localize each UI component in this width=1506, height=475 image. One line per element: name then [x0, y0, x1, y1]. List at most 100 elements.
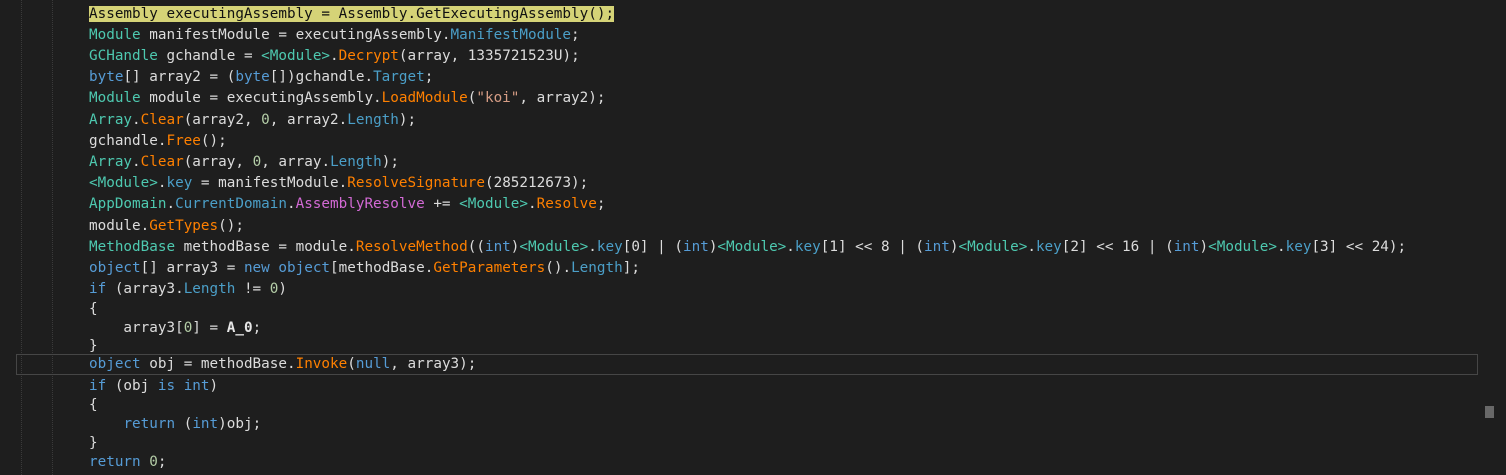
code-token: ResolveSignature	[347, 175, 485, 191]
code-token: byte	[235, 69, 270, 85]
indent-guide	[52, 0, 53, 475]
code-token: .	[786, 239, 795, 255]
code-token: ] =	[192, 320, 227, 336]
code-token: int	[1173, 239, 1200, 255]
code-token: (array3.	[106, 281, 184, 297]
code-token: object	[89, 260, 141, 276]
code-token: [])gchandle.	[269, 69, 374, 85]
code-line[interactable]: object[] array3 = new object[methodBase.…	[89, 258, 640, 279]
code-token: key	[166, 175, 193, 191]
code-line[interactable]: Array.Clear(array, 0, array.Length);	[89, 152, 399, 173]
code-token: = manifestModule.	[192, 175, 348, 191]
code-token: key	[596, 239, 623, 255]
code-token: methodBase = module.	[175, 239, 356, 255]
code-line[interactable]: Assembly executingAssembly = Assembly.Ge…	[89, 4, 615, 25]
code-token: }	[89, 435, 98, 451]
code-token: manifestModule = executingAssembly.	[140, 27, 451, 43]
code-token: ;	[596, 196, 606, 212]
code-token: Resolve	[536, 196, 597, 212]
scrollbar-thumb[interactable]	[1485, 406, 1494, 418]
code-token: )	[209, 378, 219, 394]
code-token: (285212673);	[484, 175, 589, 191]
code-editor[interactable]: Assembly executingAssembly = Assembly.Ge…	[0, 0, 1506, 475]
code-line[interactable]: <Module>.key = manifestModule.ResolveSig…	[89, 173, 588, 194]
code-token: Module	[89, 27, 141, 43]
code-token: CurrentDomain	[175, 196, 287, 212]
code-token: Free	[166, 133, 201, 149]
code-token: AppDomain	[89, 196, 167, 212]
code-line[interactable]: if (array3.Length != 0)	[89, 279, 287, 300]
code-token: !=	[235, 281, 270, 297]
code-token: gchandle =	[157, 48, 262, 64]
code-token: )	[1199, 239, 1209, 255]
code-line[interactable]: object obj = methodBase.Invoke(null, arr…	[89, 354, 476, 375]
code-token: (array,	[183, 154, 253, 170]
code-token: "koi"	[476, 90, 520, 106]
code-token: );	[398, 112, 417, 128]
code-token: , array3);	[390, 356, 477, 372]
code-token: .	[166, 196, 176, 212]
code-token: [] array3 =	[140, 260, 244, 276]
code-token: .	[528, 196, 537, 212]
code-token: Clear	[140, 154, 184, 170]
code-token: );	[381, 154, 399, 170]
code-line[interactable]: {	[89, 299, 98, 320]
code-token: ;	[571, 27, 580, 43]
code-line[interactable]: if (obj is int)	[89, 376, 218, 397]
code-line[interactable]: AppDomain.CurrentDomain.AssemblyResolve …	[89, 194, 606, 215]
code-token: <Module>	[89, 175, 158, 191]
code-line[interactable]: Module manifestModule = executingAssembl…	[89, 25, 580, 46]
code-token: A_0	[226, 320, 253, 336]
code-token: MethodBase	[89, 239, 176, 255]
code-token: ((	[467, 239, 485, 255]
code-token: )obj;	[218, 416, 262, 432]
code-line[interactable]: array3[0] = A_0;	[89, 318, 261, 339]
code-line[interactable]: MethodBase methodBase = module.ResolveMe…	[89, 237, 1406, 258]
code-line[interactable]: module.GetTypes();	[89, 216, 244, 237]
code-line[interactable]: GCHandle gchandle = <Module>.Decrypt(arr…	[89, 46, 580, 67]
code-token: (obj	[106, 378, 158, 394]
code-token: Length	[571, 260, 623, 276]
code-token: ];	[622, 260, 640, 276]
code-token: [0] | (	[622, 239, 683, 255]
code-line[interactable]: Array.Clear(array2, 0, array2.Length);	[89, 110, 416, 131]
code-token: .	[330, 48, 339, 64]
code-token: <Module>	[958, 239, 1028, 255]
code-token: 0	[261, 112, 270, 128]
code-token: [] array2 = (	[123, 69, 236, 85]
code-line[interactable]: byte[] array2 = (byte[])gchandle.Target;	[89, 67, 433, 88]
vertical-scrollbar[interactable]	[1479, 0, 1506, 475]
code-token: , array2.	[269, 112, 348, 128]
code-line[interactable]: }	[89, 433, 98, 454]
code-token: +=	[424, 196, 460, 212]
code-token: <Module>	[717, 239, 787, 255]
code-token: 0	[252, 154, 262, 170]
code-token: (	[175, 416, 193, 432]
code-token: int	[183, 378, 210, 394]
code-line[interactable]: return 0;	[89, 452, 166, 473]
code-token: object	[89, 356, 141, 372]
code-token: Assembly executingAssembly = Assembly.Ge…	[89, 6, 615, 22]
code-token: return	[89, 454, 141, 470]
code-line[interactable]: {	[89, 395, 98, 416]
code-token: Length	[183, 281, 236, 297]
code-token: {	[89, 397, 98, 413]
code-token: (array2,	[183, 112, 262, 128]
code-line[interactable]: gchandle.Free();	[89, 131, 227, 152]
code-token: ();	[218, 218, 244, 234]
code-line[interactable]: return (int)obj;	[89, 414, 261, 435]
code-token: .	[1027, 239, 1036, 255]
code-token: Invoke	[295, 356, 348, 372]
code-token: module = executingAssembly.	[140, 90, 382, 106]
code-token: return	[123, 416, 176, 432]
code-token: (	[347, 356, 356, 372]
code-token: int	[192, 416, 219, 432]
code-line[interactable]: Module module = executingAssembly.LoadMo…	[89, 88, 605, 109]
code-token: [2] << 16 | (	[1061, 239, 1174, 255]
code-token: null	[355, 356, 391, 372]
code-token: {	[89, 301, 98, 317]
code-token: ;	[157, 454, 167, 470]
code-token: module.	[89, 218, 150, 234]
code-token: )	[278, 281, 287, 297]
